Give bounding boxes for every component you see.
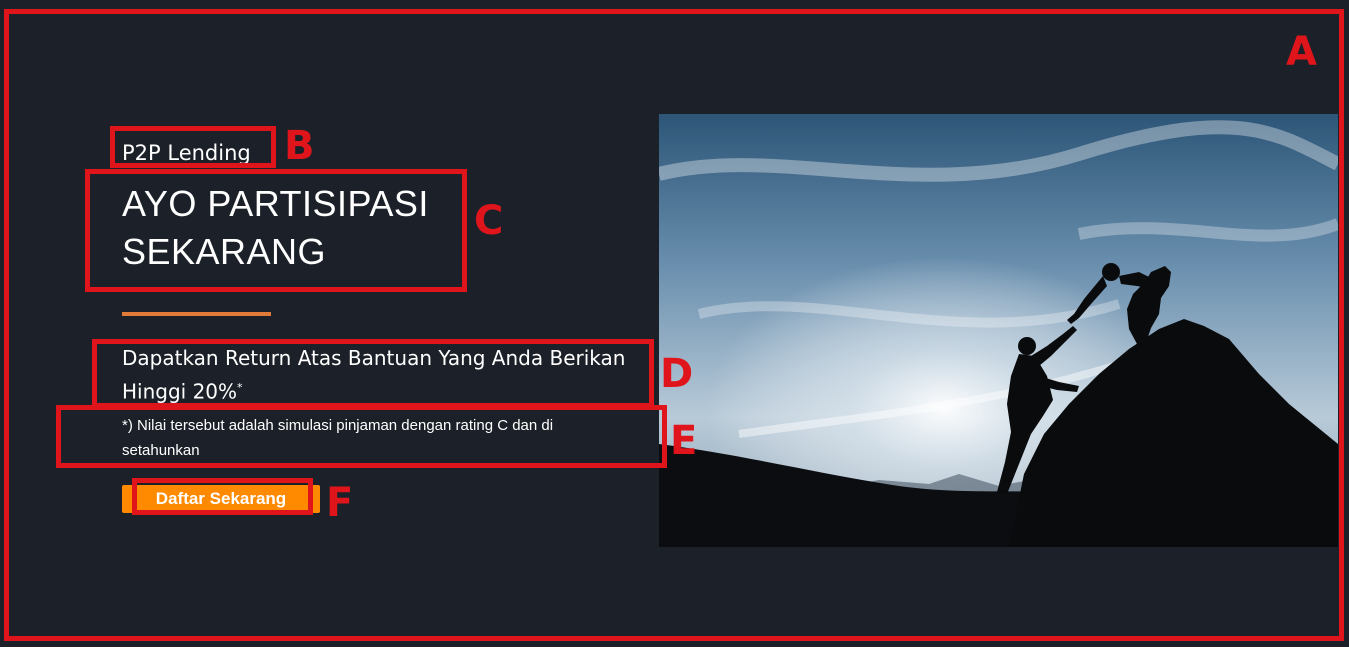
annotation-label-d: D — [660, 351, 694, 397]
climbers-helping-hand-photo — [659, 114, 1338, 547]
hero-title: AYO PARTISIPASI SEKARANG — [122, 180, 452, 276]
annotation-label-a: A — [1286, 29, 1317, 75]
hero-footnote: *) Nilai tersebut adalah simulasi pinjam… — [122, 417, 554, 459]
hero-section: P2P Lending AYO PARTISIPASI SEKARANG Dap… — [0, 0, 1349, 647]
title-accent-divider — [122, 312, 271, 316]
register-now-button[interactable]: Daftar Sekarang — [122, 485, 320, 513]
annotation-label-e: E — [670, 418, 698, 464]
hero-eyebrow: P2P Lending — [122, 141, 251, 165]
annotation-label-f: F — [326, 480, 354, 526]
hero-title-line-1: AYO PARTISIPASI — [122, 183, 429, 224]
hero-subtitle: Dapatkan Return Atas Bantuan Yang Anda B… — [122, 343, 647, 407]
annotation-label-b: B — [284, 123, 315, 169]
hero-subtitle-text: Dapatkan Return Atas Bantuan Yang Anda B… — [122, 346, 626, 404]
annotation-label-c: C — [474, 198, 504, 244]
hero-title-line-2: SEKARANG — [122, 231, 327, 272]
hero-subtitle-footnote-mark: * — [237, 381, 243, 394]
